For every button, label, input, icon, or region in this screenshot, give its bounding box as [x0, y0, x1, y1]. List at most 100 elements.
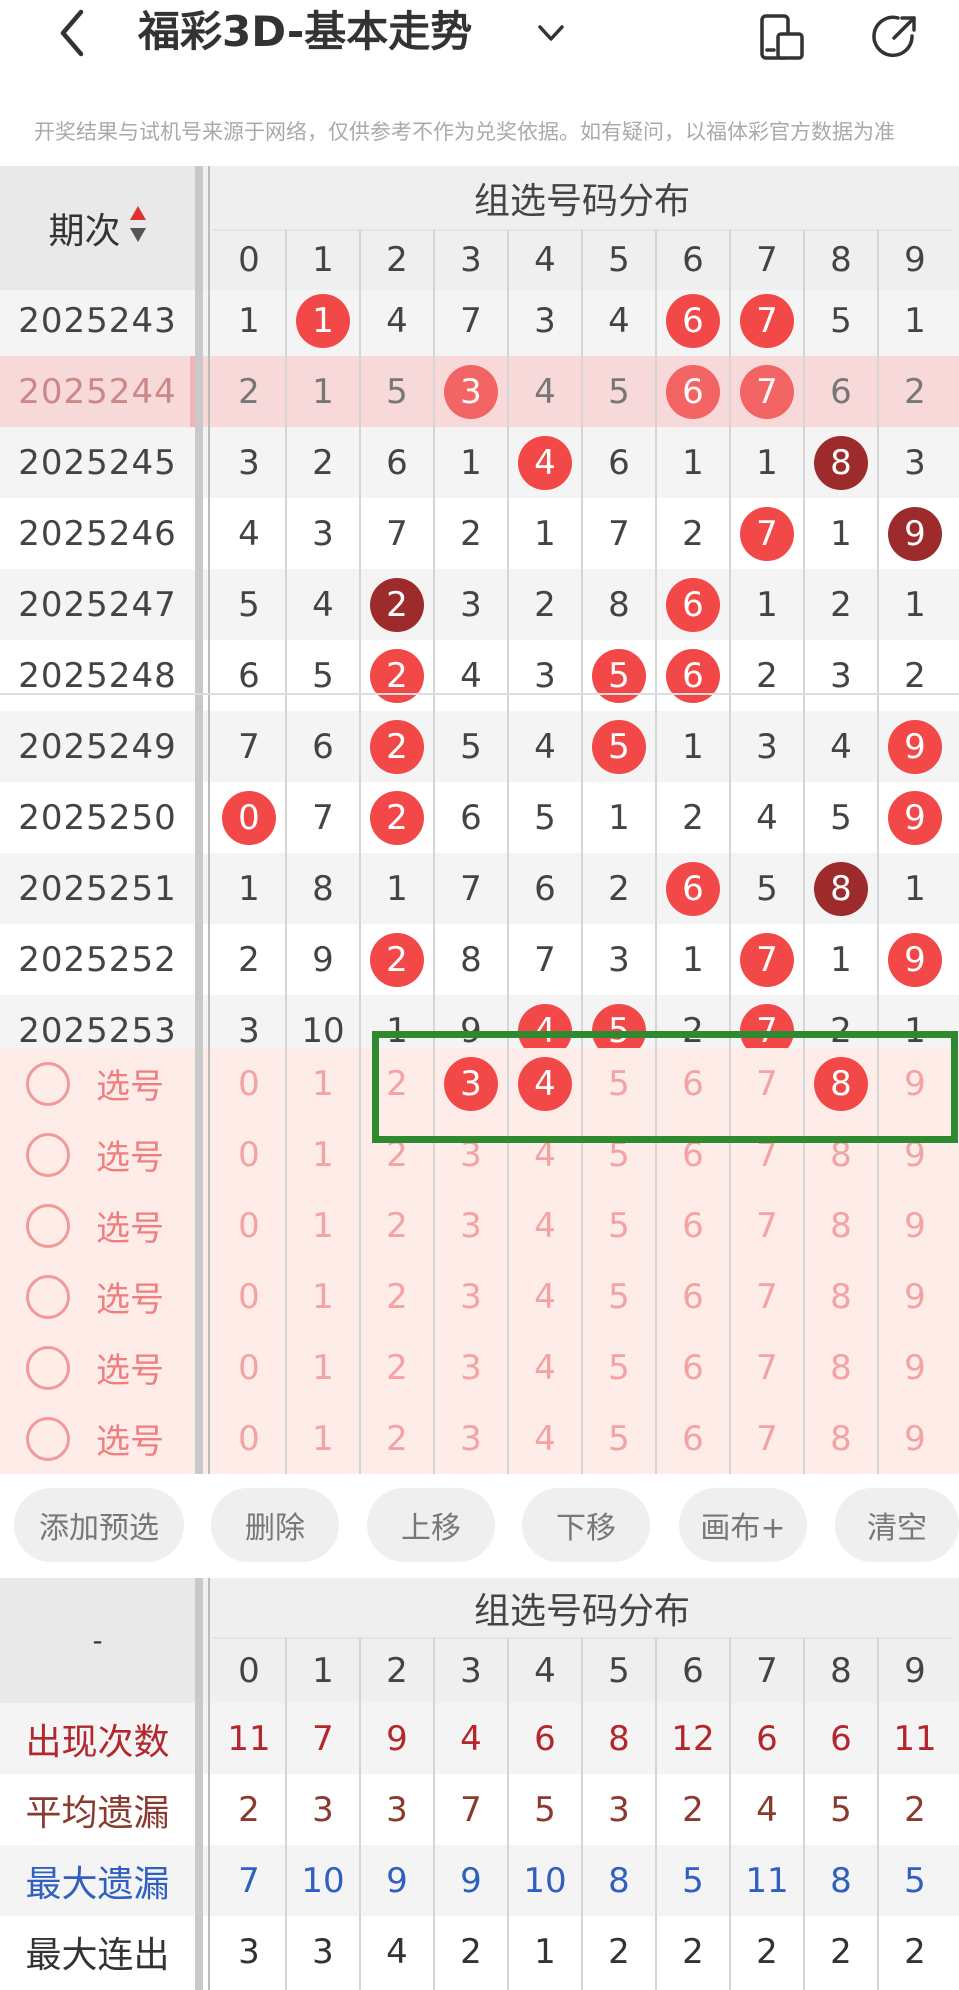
- trend-cell: 3: [434, 356, 508, 427]
- table-row[interactable]: 2025252 2 9 2 8 7 3 1 7 1 9: [0, 924, 959, 995]
- repeat-ball: 9: [888, 506, 942, 561]
- table-row[interactable]: 2025247 5 4 2 3 2 8 6 1 2 1: [0, 569, 959, 640]
- pick-digit[interactable]: 4: [508, 1261, 582, 1332]
- pick-digit[interactable]: 0: [212, 1332, 286, 1403]
- pick-digit[interactable]: 4: [508, 1190, 582, 1261]
- action-button[interactable]: 上移: [367, 1488, 495, 1562]
- pick-digit[interactable]: 5: [582, 1332, 656, 1403]
- pick-digit[interactable]: 0: [212, 1048, 286, 1119]
- page-title[interactable]: 福彩3D-基本走势: [138, 6, 472, 58]
- pick-digit[interactable]: 0: [212, 1190, 286, 1261]
- pick-digit[interactable]: 9: [878, 1332, 952, 1403]
- pick-radio[interactable]: [26, 1416, 70, 1461]
- layout-toggle-button[interactable]: [756, 12, 808, 64]
- pick-digit[interactable]: 8: [804, 1332, 878, 1403]
- pick-digit[interactable]: 1: [286, 1332, 360, 1403]
- pick-digit[interactable]: 6: [656, 1332, 730, 1403]
- table-row[interactable]: 2025243 1 1 4 7 3 4 6 7 5 1: [0, 290, 959, 356]
- hit-ball: 9: [888, 719, 942, 774]
- pick-digit[interactable]: 7: [730, 1332, 804, 1403]
- table-row[interactable]: 2025248 6 5 2 4 3 5 6 2 3 2: [0, 640, 959, 711]
- period-header[interactable]: 期次: [0, 166, 195, 290]
- trend-cell: 3: [238, 1010, 260, 1049]
- disclaimer-text: 开奖结果与试机号来源于网络，仅供参考不作为兑奖依据。如有疑问，以福体彩官方数据为…: [34, 120, 895, 144]
- action-button[interactable]: 下移: [522, 1488, 650, 1562]
- pick-digit[interactable]: 7: [730, 1190, 804, 1261]
- pick-digit[interactable]: 0: [212, 1261, 286, 1332]
- pick-row-label[interactable]: 选号: [0, 1403, 195, 1474]
- pick-digit[interactable]: 2: [360, 1190, 434, 1261]
- pick-digit[interactable]: 5: [582, 1261, 656, 1332]
- pick-digit[interactable]: 2: [360, 1332, 434, 1403]
- pick-digit[interactable]: 9: [878, 1261, 952, 1332]
- pick-radio[interactable]: [26, 1203, 70, 1248]
- pick-digit[interactable]: 1: [286, 1048, 360, 1119]
- pick-digit[interactable]: 1: [286, 1261, 360, 1332]
- pick-row-label[interactable]: 选号: [0, 1119, 195, 1190]
- stats-value: 10: [523, 1860, 567, 1901]
- pick-digit[interactable]: 5: [582, 1190, 656, 1261]
- action-button[interactable]: 删除: [211, 1488, 339, 1562]
- pick-digit[interactable]: 6: [656, 1261, 730, 1332]
- pick-digit[interactable]: 7: [730, 1261, 804, 1332]
- trend-cell: 8: [608, 584, 630, 625]
- pick-digit[interactable]: 6: [656, 1190, 730, 1261]
- pick-row[interactable]: 选号 0 1 2 3 4 5 6 7 8 9: [0, 1190, 959, 1261]
- table-row[interactable]: 2025246 4 3 7 2 1 7 2 7 1 9: [0, 498, 959, 569]
- table-row[interactable]: 2025249 7 6 2 5 4 5 1 3 4 9: [0, 711, 959, 782]
- pick-digit[interactable]: 2: [360, 1403, 434, 1474]
- pick-radio[interactable]: [26, 1061, 70, 1106]
- hit-ball: 5: [592, 719, 646, 774]
- action-button[interactable]: 画布+: [679, 1488, 807, 1562]
- pick-radio[interactable]: [26, 1345, 70, 1390]
- pick-digit[interactable]: 8: [804, 1403, 878, 1474]
- pick-digit[interactable]: 1: [286, 1190, 360, 1261]
- stats-value: 8: [608, 1860, 630, 1901]
- stats-value: 6: [830, 1718, 852, 1759]
- pick-digit[interactable]: 2: [360, 1261, 434, 1332]
- sort-icon[interactable]: [129, 204, 147, 253]
- pick-digit[interactable]: 0: [212, 1119, 286, 1190]
- stats-value: 6: [756, 1718, 778, 1759]
- stats-left-header: -: [0, 1578, 195, 1703]
- pick-digit[interactable]: 4: [508, 1403, 582, 1474]
- pick-digit[interactable]: 4: [508, 1332, 582, 1403]
- pick-digit[interactable]: 3: [434, 1403, 508, 1474]
- share-button[interactable]: [868, 10, 922, 64]
- pick-row-label[interactable]: 选号: [0, 1261, 195, 1332]
- pick-row-label[interactable]: 选号: [0, 1190, 195, 1261]
- stats-row-label: 平均遗漏: [25, 1792, 170, 1834]
- pick-row[interactable]: 选号 0 1 2 3 4 5 6 7 8 9: [0, 1261, 959, 1332]
- pick-row-label[interactable]: 选号: [0, 1332, 195, 1403]
- pick-digit[interactable]: 1: [286, 1119, 360, 1190]
- title-dropdown-button[interactable]: [534, 16, 568, 50]
- pick-radio[interactable]: [26, 1274, 70, 1319]
- trend-cell: 1: [608, 797, 630, 838]
- table-row[interactable]: 2025244 2 1 5 3 4 5 6 7 6 2: [0, 356, 959, 427]
- pick-digit[interactable]: 9: [878, 1403, 952, 1474]
- pick-digit[interactable]: 6: [656, 1403, 730, 1474]
- rows-viewport[interactable]: 2025243 1 1 4 7 3 4 6 7 5 1 2025244 2 1 5 3 4 5 6 7 6 2 202524…: [0, 290, 959, 1048]
- pick-digit[interactable]: 5: [582, 1403, 656, 1474]
- pick-row-label[interactable]: 选号: [0, 1048, 195, 1119]
- pick-digit[interactable]: 3: [434, 1261, 508, 1332]
- back-button[interactable]: [52, 8, 92, 58]
- action-button[interactable]: 清空: [835, 1488, 959, 1562]
- table-row[interactable]: 2025251 1 8 1 7 6 2 6 5 8 1: [0, 853, 959, 924]
- pick-digit[interactable]: 1: [286, 1403, 360, 1474]
- pick-digit[interactable]: 7: [730, 1403, 804, 1474]
- table-row[interactable]: 2025245 3 2 6 1 4 6 1 1 8 3: [0, 427, 959, 498]
- pick-row[interactable]: 选号 0 1 2 3 4 5 6 7 8 9: [0, 1403, 959, 1474]
- pick-row[interactable]: 选号 0 1 2 3 4 5 6 7 8 9: [0, 1332, 959, 1403]
- pick-digit[interactable]: 0: [212, 1403, 286, 1474]
- table-row[interactable]: 2025250 0 7 2 6 5 1 2 4 5 9: [0, 782, 959, 853]
- pick-digit[interactable]: 8: [804, 1190, 878, 1261]
- screen: 福彩3D-基本走势 开奖结果与试机号来源于网络，仅供参考不作为兑奖依据。如有疑问…: [0, 0, 959, 1990]
- period-cell: 2025250: [18, 797, 177, 838]
- pick-digit[interactable]: 8: [804, 1261, 878, 1332]
- pick-radio[interactable]: [26, 1132, 70, 1177]
- pick-digit[interactable]: 3: [434, 1190, 508, 1261]
- action-button[interactable]: 添加预选: [14, 1488, 184, 1562]
- pick-digit[interactable]: 3: [434, 1332, 508, 1403]
- pick-digit[interactable]: 9: [878, 1190, 952, 1261]
